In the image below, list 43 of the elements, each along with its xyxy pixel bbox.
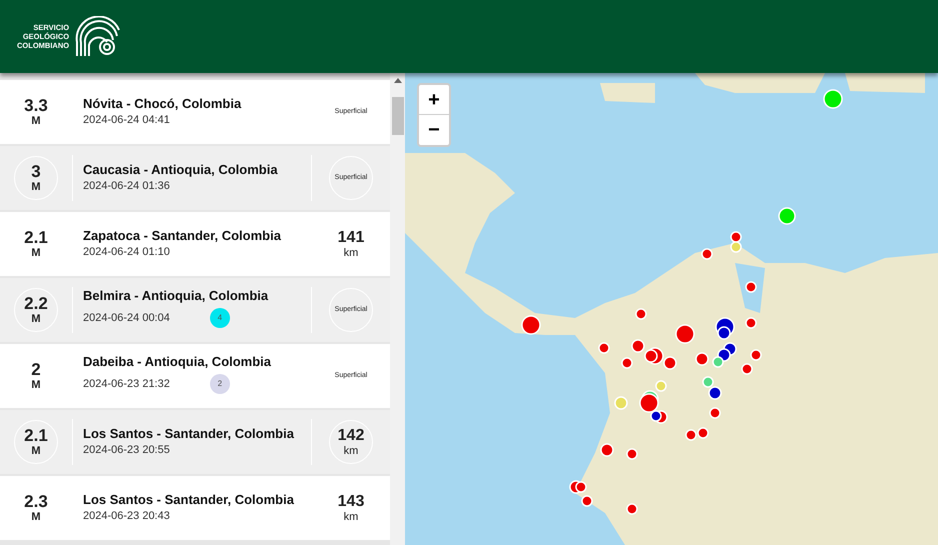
magnitude-value: 3.3 <box>24 97 48 115</box>
magnitude-value: 2.1 <box>24 229 48 247</box>
event-time: 2024-06-24 01:10 <box>83 245 170 260</box>
event-place: Nóvita - Chocó, Colombia <box>83 96 242 112</box>
depth-unit: km <box>344 511 358 523</box>
magnitude-unit: M <box>31 379 41 391</box>
depth-value: 142 <box>338 427 364 445</box>
magnitude-unit: M <box>31 511 41 523</box>
event-row[interactable]: 2.1 M Zapatoca - Santander, Colombia 2024-06-24 01:10 141 km <box>0 212 390 276</box>
event-place: Zapatoca - Santander, Colombia <box>83 228 282 244</box>
event-place: Los Santos - Santander, Colombia <box>83 492 295 508</box>
zoom-in-button[interactable]: + <box>419 85 449 115</box>
event-time: 2024-06-23 21:32 <box>83 377 170 392</box>
magnitude-value: 2.1 <box>24 427 48 445</box>
event-time: 2024-06-24 01:36 <box>83 179 170 194</box>
magnitude-unit: M <box>31 115 41 127</box>
event-time: 2024-06-24 00:04 <box>83 311 170 326</box>
event-row[interactable]: 2.3 M Los Santos - Santander, Colombia 2024-06-23 20:43 143 km <box>0 476 390 540</box>
scrollbar[interactable] <box>390 73 405 545</box>
magnitude-value: 2.2 <box>24 295 48 313</box>
depth-unit: km <box>344 247 358 259</box>
event-place: Belmira - Antioquia, Colombia <box>83 288 270 304</box>
event-time: 2024-06-24 04:41 <box>83 113 170 128</box>
zoom-out-button[interactable]: − <box>419 115 449 145</box>
magnitude-unit: M <box>31 445 41 457</box>
magnitude-unit: M <box>31 313 41 325</box>
event-place: Caucasia - Antioquia, Colombia <box>83 162 279 178</box>
magnitude-value: 2 <box>31 361 41 379</box>
count-badge: 4 <box>210 308 230 328</box>
event-row[interactable]: 2.1 M Los Santos - Santander, Colombia 2024-06-23 20:55 142 km <box>0 410 390 474</box>
event-place: Dabeiba - Antioquia, Colombia <box>83 354 272 370</box>
depth-unit: km <box>344 445 358 457</box>
magnitude-unit: M <box>31 247 41 259</box>
magnitude-unit: M <box>31 181 41 193</box>
count-badge: 2 <box>210 374 230 394</box>
event-time: 2024-06-23 20:43 <box>83 509 170 524</box>
event-time: 2024-06-23 20:55 <box>83 443 170 458</box>
depth-value: 143 <box>338 493 364 511</box>
scrollbar-thumb[interactable] <box>392 97 404 135</box>
magnitude-value: 2.3 <box>24 493 48 511</box>
depth-value: 141 <box>338 229 364 247</box>
event-place: Los Santos - Santander, Colombia <box>83 426 295 442</box>
magnitude-value: 3 <box>31 163 41 181</box>
